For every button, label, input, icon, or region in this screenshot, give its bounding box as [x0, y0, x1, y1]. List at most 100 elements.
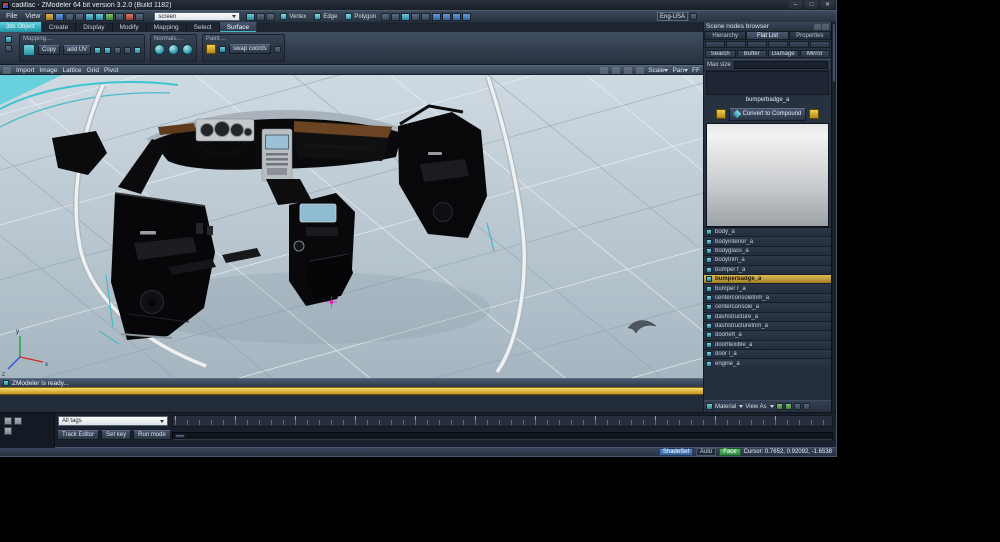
open-file-icon[interactable]	[45, 13, 54, 21]
node-row[interactable]: bumper f_a	[704, 266, 831, 275]
scale-control[interactable]: Scale	[648, 67, 668, 74]
max-size-input[interactable]	[734, 61, 828, 69]
viewport-menu-icon[interactable]	[3, 67, 11, 74]
uv-channel3-icon[interactable]	[114, 47, 121, 54]
pin-ribbon-icon[interactable]	[5, 36, 12, 43]
settings-icon[interactable]	[135, 13, 144, 21]
vp-menu-import[interactable]: Import	[16, 67, 34, 74]
damage-button[interactable]: Damage	[768, 50, 799, 58]
level-toggle-polygon[interactable]: Polygon	[342, 13, 379, 20]
node-row[interactable]: bodyinterior_a	[704, 237, 831, 246]
material-preview[interactable]	[706, 123, 829, 227]
show-all-icon[interactable]	[776, 403, 783, 410]
node-row[interactable]: bumper r_a	[704, 284, 831, 293]
material-icon[interactable]	[706, 403, 713, 410]
filter-material-icon[interactable]	[789, 41, 809, 48]
export-icon[interactable]	[75, 13, 84, 21]
paint-sample-icon[interactable]	[274, 46, 281, 53]
paste-icon[interactable]	[115, 13, 124, 21]
node-row-selected[interactable]: bumperbadge_a	[704, 275, 831, 284]
collapse-ribbon-icon[interactable]	[5, 45, 12, 52]
undo-icon[interactable]	[85, 13, 94, 21]
textured-icon[interactable]	[401, 13, 410, 21]
camera-icon[interactable]	[421, 13, 430, 21]
texture-slot-box[interactable]	[706, 71, 829, 95]
tab-flat-list[interactable]: Flat List	[746, 31, 788, 40]
copy-icon[interactable]	[105, 13, 114, 21]
close-panel-icon[interactable]	[822, 24, 829, 30]
uv-channel1-icon[interactable]	[94, 47, 101, 54]
screen-dropdown[interactable]: screen	[154, 12, 240, 21]
refresh-icon[interactable]	[803, 403, 810, 410]
maximize-button[interactable]: □	[805, 1, 818, 9]
filter-dummy-icon[interactable]	[726, 41, 746, 48]
node-row[interactable]: dashstructuretrim_a	[704, 322, 831, 331]
tab-properties[interactable]: Properties	[789, 31, 831, 40]
menu-view[interactable]: View	[22, 13, 43, 20]
object-mode-button[interactable]: 3ds Object	[0, 22, 42, 32]
view-maximize-icon[interactable]	[600, 67, 608, 74]
search-button[interactable]: Search	[705, 50, 736, 58]
material-button[interactable]: Material	[715, 404, 736, 410]
node-row[interactable]: door l_a	[704, 350, 831, 359]
scale-icon[interactable]	[266, 13, 275, 21]
set-key-button[interactable]: Set key	[101, 430, 131, 440]
paint-bucket-icon[interactable]	[809, 109, 819, 119]
viewport-3d[interactable]: y x z	[0, 75, 703, 378]
view-zoom-icon[interactable]	[636, 67, 644, 74]
convert-to-compound-button[interactable]: Convert to Compound	[729, 108, 807, 121]
node-row[interactable]: doorleft_a	[704, 331, 831, 340]
tab-mapping[interactable]: Mapping	[147, 22, 187, 32]
node-row[interactable]: doorflexible_a	[704, 341, 831, 350]
snap-grid-icon[interactable]	[432, 13, 441, 21]
filter-geometry-icon[interactable]	[705, 41, 725, 48]
tab-display[interactable]: Display	[76, 22, 112, 32]
part-thumbnail[interactable]	[14, 417, 22, 425]
sort-icon[interactable]	[794, 403, 801, 410]
normals-smooth-icon[interactable]	[154, 44, 165, 55]
uv-channel5-icon[interactable]	[134, 47, 141, 54]
mirror-button[interactable]: Mirror	[800, 50, 831, 58]
view-as-button[interactable]: View As	[745, 404, 766, 410]
add-uv-button[interactable]: add UV	[63, 45, 91, 55]
tab-surface[interactable]: Surface	[220, 22, 257, 32]
paint-brush-icon[interactable]	[219, 46, 226, 53]
timeline-filter-dropdown[interactable]: All tags	[58, 416, 168, 426]
node-row[interactable]: engine_a	[704, 359, 831, 368]
timeline-ruler[interactable]	[172, 415, 833, 427]
normals-flip-icon[interactable]	[182, 44, 193, 55]
vp-menu-image[interactable]: Image	[39, 67, 57, 74]
tab-select[interactable]: Select	[187, 22, 220, 32]
filter-texture-icon[interactable]	[810, 41, 830, 48]
face-button[interactable]: Face	[719, 448, 740, 456]
view-shading-icon[interactable]	[612, 67, 620, 74]
uv-channel2-icon[interactable]	[104, 47, 111, 54]
save-icon[interactable]	[55, 13, 64, 21]
normals-flat-icon[interactable]	[168, 44, 179, 55]
delete-icon[interactable]	[125, 13, 134, 21]
level-toggle-edge[interactable]: Edge	[311, 13, 340, 20]
filter-camera-icon[interactable]	[768, 41, 788, 48]
node-row[interactable]: bodyglass_a	[704, 247, 831, 256]
part-thumbnail[interactable]	[4, 427, 12, 435]
node-row[interactable]: centerconsoletrim_a	[704, 294, 831, 303]
copy-uv-button[interactable]: Copy	[38, 45, 60, 55]
close-button[interactable]: ✕	[821, 1, 834, 9]
level-toggle-vertex[interactable]: Vertex	[277, 13, 309, 20]
titlebar[interactable]: cadillac - ZModeler 64 bit version 3.2.0…	[0, 0, 836, 10]
snap-vertex-icon[interactable]	[442, 13, 451, 21]
node-row[interactable]: bodytrim_a	[704, 256, 831, 265]
uv-channel4-icon[interactable]	[124, 47, 131, 54]
menu-file[interactable]: File	[3, 13, 20, 20]
move-icon[interactable]	[246, 13, 255, 21]
import-icon[interactable]	[65, 13, 74, 21]
mirror-icon[interactable]	[452, 13, 461, 21]
paint-bucket-icon[interactable]	[206, 44, 216, 54]
vp-menu-pivot[interactable]: Pivot	[104, 67, 118, 74]
paint-bucket-icon[interactable]	[716, 109, 726, 119]
tab-create[interactable]: Create	[42, 22, 77, 32]
vp-menu-grid[interactable]: Grid	[87, 67, 99, 74]
minimize-button[interactable]: –	[789, 1, 802, 9]
shaded-icon[interactable]	[391, 13, 400, 21]
panel-scrollbar[interactable]	[831, 22, 836, 412]
